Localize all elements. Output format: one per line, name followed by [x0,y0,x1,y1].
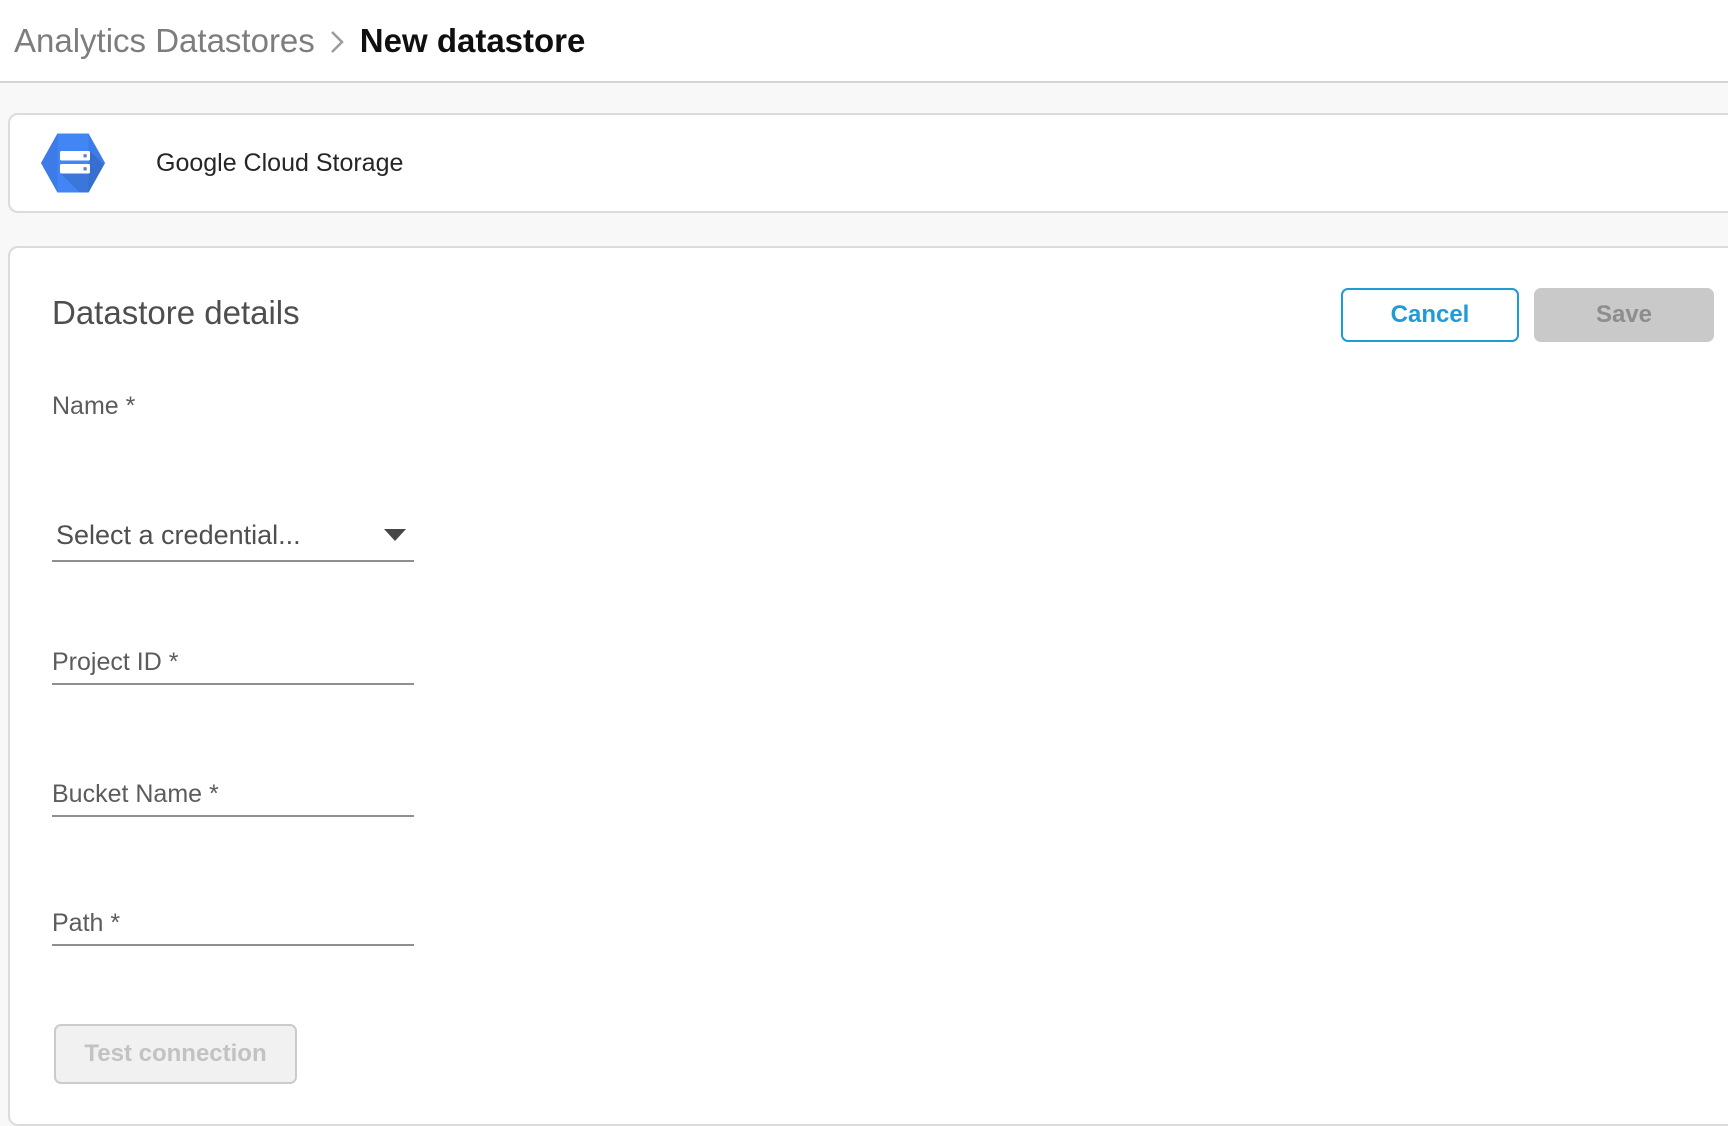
chevron-right-icon [329,27,346,57]
breadcrumb-current-page: New datastore [360,22,586,60]
path-field[interactable] [52,903,414,946]
section-title: Datastore details [52,294,300,332]
page-header: Analytics Datastores New datastore [0,0,1728,83]
breadcrumb: Analytics Datastores New datastore [14,0,585,81]
bucket-name-field[interactable] [52,774,414,817]
datastore-details-card: Datastore details Cancel Save Select a c… [8,246,1728,1126]
project-id-input[interactable] [52,642,414,683]
test-connection-button[interactable]: Test connection [54,1024,297,1084]
save-button[interactable]: Save [1534,288,1714,342]
credential-select-value: Select a credential... [52,520,301,551]
dropdown-caret-icon [384,529,406,541]
project-id-field[interactable] [52,642,414,685]
path-input[interactable] [52,903,414,944]
bucket-name-input[interactable] [52,774,414,815]
name-input[interactable] [52,384,414,428]
credential-select[interactable]: Select a credential... [52,510,414,562]
breadcrumb-parent-link[interactable]: Analytics Datastores [14,22,315,60]
cancel-button[interactable]: Cancel [1341,288,1519,342]
connector-name-label: Google Cloud Storage [156,115,403,211]
google-cloud-storage-icon [40,130,106,196]
name-field[interactable] [52,384,414,428]
connector-card: Google Cloud Storage [8,113,1728,213]
